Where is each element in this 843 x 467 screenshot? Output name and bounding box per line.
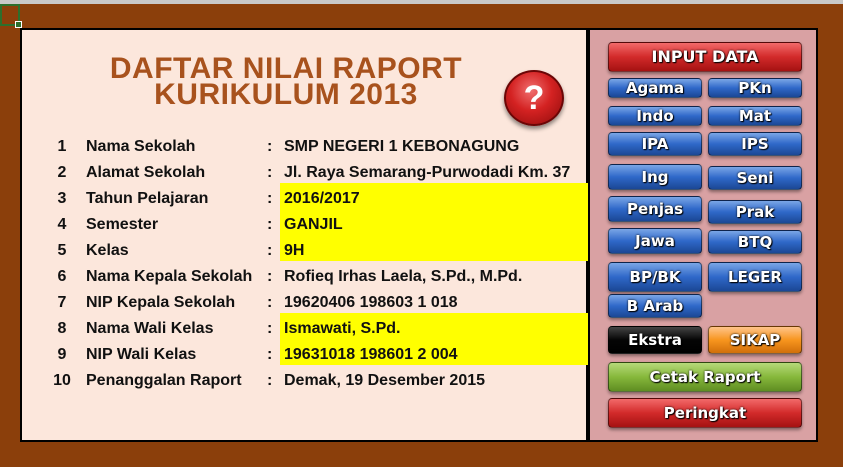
field-label: Alamat Sekolah (86, 164, 206, 181)
field-value[interactable]: Demak, 19 Desember 2015 (284, 368, 485, 394)
indo-button[interactable]: Indo (608, 106, 702, 126)
report-info-panel: DAFTAR NILAI RAPORT KURIKULUM 2013 ? 1 N… (20, 28, 590, 442)
seni-button[interactable]: Seni (708, 166, 802, 190)
field-row: 4 Semester : GANJIL (22, 212, 590, 238)
leger-button[interactable]: LEGER (708, 262, 802, 292)
field-value[interactable]: 9H (284, 238, 304, 264)
field-value[interactable]: GANJIL (284, 212, 343, 238)
field-number: 2 (57, 164, 67, 181)
field-colon: : (267, 190, 273, 207)
field-row: 3 Tahun Pelajaran : 2016/2017 (22, 186, 590, 212)
field-row: 5 Kelas : 9H (22, 238, 590, 264)
field-label: Tahun Pelajaran (86, 190, 209, 207)
field-colon: : (267, 242, 273, 259)
help-button[interactable]: ? (504, 70, 564, 126)
field-number: 10 (53, 372, 71, 389)
field-label: NIP Wali Kelas (86, 346, 197, 363)
field-colon: : (267, 346, 273, 363)
cetak-raport-button[interactable]: Cetak Raport (608, 362, 802, 392)
sikap-button[interactable]: SIKAP (708, 326, 802, 354)
field-label: Nama Wali Kelas (86, 320, 214, 337)
input-data-button[interactable]: INPUT DATA (608, 42, 802, 72)
menu-panel: INPUT DATA Agama PKn Indo Mat IPA IPS In… (588, 28, 818, 442)
field-colon: : (267, 268, 273, 285)
page-subtitle: KURIKULUM 2013 (154, 78, 418, 111)
ekstra-button[interactable]: Ekstra (608, 326, 702, 354)
field-label: Nama Sekolah (86, 138, 196, 155)
field-colon: : (267, 320, 273, 337)
pkn-button[interactable]: PKn (708, 78, 802, 98)
btq-button[interactable]: BTQ (708, 230, 802, 254)
field-colon: : (267, 216, 273, 233)
field-colon: : (267, 138, 273, 155)
field-row: 9 NIP Wali Kelas : 19631018 198601 2 004 (22, 342, 590, 368)
ipa-button[interactable]: IPA (608, 132, 702, 156)
agama-button[interactable]: Agama (608, 78, 702, 98)
field-number: 3 (57, 190, 67, 207)
ing-button[interactable]: Ing (608, 164, 702, 190)
field-colon: : (267, 294, 273, 311)
field-label: Semester (86, 216, 159, 233)
field-label: Nama Kepala Sekolah (86, 268, 253, 285)
field-number: 9 (57, 346, 67, 363)
field-colon: : (267, 372, 273, 389)
selected-cell[interactable] (0, 4, 22, 28)
field-label: NIP Kepala Sekolah (86, 294, 236, 311)
field-number: 4 (57, 216, 67, 233)
field-row: 1 Nama Sekolah : SMP NEGERI 1 KEBONAGUNG (22, 134, 590, 160)
bpbk-button[interactable]: BP/BK (608, 262, 702, 292)
mat-button[interactable]: Mat (708, 106, 802, 126)
field-value[interactable]: Rofieq Irhas Laela, S.Pd., M.Pd. (284, 264, 522, 290)
field-number: 7 (57, 294, 67, 311)
field-row: 8 Nama Wali Kelas : Ismawati, S.Pd. (22, 316, 590, 342)
field-number: 6 (57, 268, 67, 285)
field-value[interactable]: Ismawati, S.Pd. (284, 316, 400, 342)
field-number: 1 (57, 138, 67, 155)
prak-button[interactable]: Prak (708, 200, 802, 224)
field-label: Kelas (86, 242, 129, 259)
field-row: 7 NIP Kepala Sekolah : 19620406 198603 1… (22, 290, 590, 316)
penjas-button[interactable]: Penjas (608, 196, 702, 222)
field-colon: : (267, 164, 273, 181)
ips-button[interactable]: IPS (708, 132, 802, 156)
field-row: 6 Nama Kepala Sekolah : Rofieq Irhas Lae… (22, 264, 590, 290)
peringkat-button[interactable]: Peringkat (608, 398, 802, 428)
field-value[interactable]: SMP NEGERI 1 KEBONAGUNG (284, 134, 519, 160)
field-row: 2 Alamat Sekolah : Jl. Raya Semarang-Pur… (22, 160, 590, 186)
field-value[interactable]: 19631018 198601 2 004 (284, 342, 458, 368)
field-value[interactable]: 19620406 198603 1 018 (284, 290, 458, 316)
sheet-top-border (0, 0, 843, 4)
field-row: 10 Penanggalan Raport : Demak, 19 Desemb… (22, 368, 590, 394)
field-value[interactable]: 2016/2017 (284, 186, 360, 212)
field-value[interactable]: Jl. Raya Semarang-Purwodadi Km. 37 (284, 160, 570, 186)
field-number: 8 (57, 320, 67, 337)
field-label: Penanggalan Raport (86, 372, 242, 389)
barab-button[interactable]: B Arab (608, 294, 702, 318)
jawa-button[interactable]: Jawa (608, 228, 702, 254)
field-number: 5 (57, 242, 67, 259)
